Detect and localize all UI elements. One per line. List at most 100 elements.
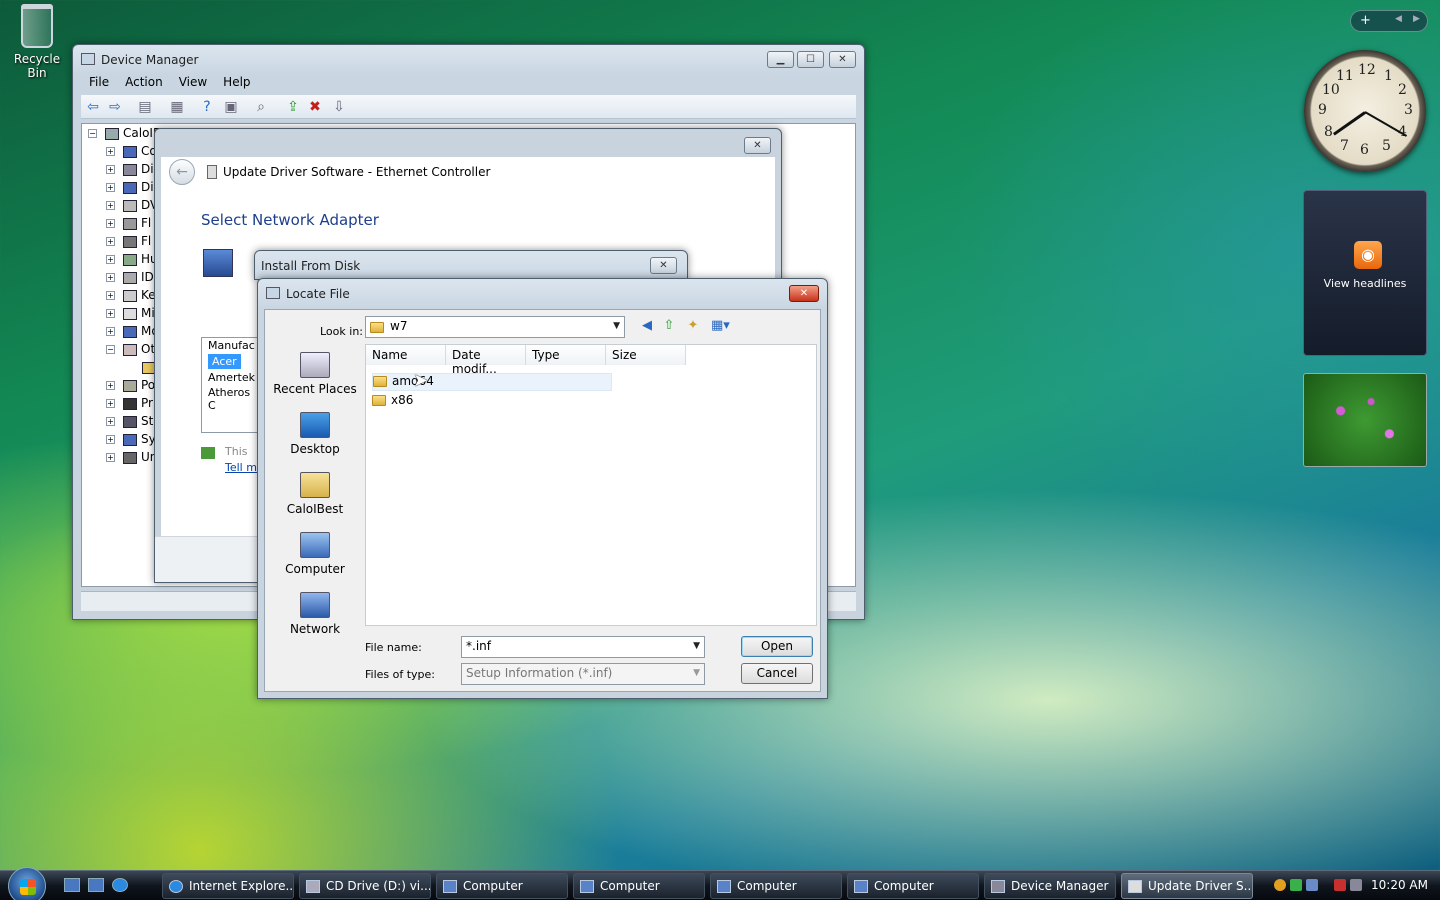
clock-number: 3 bbox=[1404, 102, 1413, 118]
tree-item[interactable]: + Mi bbox=[106, 306, 155, 324]
taskbar-button-device-manager[interactable]: Device Manager bbox=[984, 873, 1116, 899]
list-item[interactable]: Amertek bbox=[202, 370, 260, 385]
tell-me-link[interactable]: Tell m bbox=[225, 461, 257, 474]
file-name-input[interactable]: *.inf ▼ bbox=[461, 636, 705, 658]
place-desktop[interactable]: Desktop bbox=[271, 412, 359, 456]
next-icon[interactable]: ▶ bbox=[1413, 14, 1420, 24]
files-of-type-label: Files of type: bbox=[365, 668, 436, 681]
locate-close-button[interactable]: ✕ bbox=[789, 285, 819, 302]
wizard-close-button[interactable]: ✕ bbox=[744, 137, 771, 154]
show-desktop-icon[interactable] bbox=[64, 878, 80, 892]
internet-explorer-icon[interactable] bbox=[112, 878, 128, 892]
taskbar-button-computer-4[interactable]: Computer bbox=[847, 873, 979, 899]
manufacturer-header: Manufac bbox=[208, 339, 255, 352]
view-icon[interactable]: ▣ bbox=[223, 99, 239, 115]
minimize-button[interactable]: ▁ bbox=[767, 51, 794, 68]
tree-item[interactable]: + Fl bbox=[106, 216, 151, 234]
forward-arrow-icon[interactable]: ⇨ bbox=[107, 99, 123, 115]
column-type[interactable]: Type bbox=[526, 345, 606, 365]
add-gadget-icon[interactable]: + bbox=[1360, 13, 1371, 28]
back-button[interactable]: ← bbox=[169, 159, 195, 185]
tree-item[interactable]: + Ke bbox=[106, 288, 156, 306]
column-date[interactable]: Date modif... bbox=[446, 345, 526, 376]
volume-muted-icon[interactable] bbox=[1350, 879, 1362, 891]
disable-icon[interactable]: ⇩ bbox=[331, 99, 347, 115]
check-icon[interactable] bbox=[1290, 879, 1302, 891]
taskbar: Internet Explore... CD Drive (D:) vi... … bbox=[0, 867, 1440, 900]
window-title: Device Manager bbox=[101, 53, 199, 67]
tree-item[interactable]: + St bbox=[106, 414, 153, 432]
network-status-icon[interactable] bbox=[1334, 879, 1346, 891]
look-in-select[interactable]: w7 ▼ bbox=[365, 316, 625, 338]
tree-item[interactable]: + Fl bbox=[106, 234, 151, 252]
list-item[interactable]: Acer bbox=[208, 354, 241, 369]
tree-item[interactable]: + Po bbox=[106, 378, 155, 396]
column-size[interactable]: Size bbox=[606, 345, 686, 365]
menu-action[interactable]: Action bbox=[117, 73, 171, 91]
tree-item[interactable]: + DV bbox=[106, 198, 158, 216]
place-computer[interactable]: Computer bbox=[271, 532, 359, 576]
tree-item[interactable]: + Un bbox=[106, 450, 157, 468]
tree-item[interactable]: + Di bbox=[106, 162, 154, 180]
info-text: This bbox=[225, 445, 248, 458]
up-icon[interactable]: ▤ bbox=[137, 99, 153, 115]
prev-icon[interactable]: ◀ bbox=[1395, 14, 1402, 24]
column-name[interactable]: Name bbox=[366, 345, 446, 365]
open-button[interactable]: Open bbox=[741, 636, 813, 657]
tree-item[interactable]: + Pr bbox=[106, 396, 153, 414]
taskbar-button-computer-2[interactable]: Computer bbox=[573, 873, 705, 899]
slideshow-gadget[interactable] bbox=[1303, 373, 1427, 467]
tree-item[interactable]: + Mo bbox=[106, 324, 159, 342]
menu-view[interactable]: View bbox=[171, 73, 215, 91]
recycle-bin-shortcut[interactable]: Recycle Bin bbox=[6, 4, 68, 80]
device-manager-titlebar[interactable]: Device Manager ▁ ☐ ✕ bbox=[73, 45, 864, 75]
taskbar-clock[interactable]: 10:20 AM bbox=[1371, 878, 1428, 892]
back-arrow-icon[interactable]: ⇦ bbox=[85, 99, 101, 115]
up-folder-icon[interactable]: ⇧ bbox=[661, 318, 677, 334]
views-menu-icon[interactable]: ▦▾ bbox=[711, 318, 730, 334]
tree-item[interactable]: + Sy bbox=[106, 432, 156, 450]
clock-gadget[interactable]: 12 1 2 3 4 5 6 7 8 9 10 11 bbox=[1304, 50, 1426, 172]
taskbar-button-computer-3[interactable]: Computer bbox=[710, 873, 842, 899]
tree-root[interactable]: − CaloIE bbox=[88, 126, 161, 144]
scan-icon[interactable]: ⌕ bbox=[253, 99, 269, 115]
menu-help[interactable]: Help bbox=[215, 73, 258, 91]
taskbar-button-update-driver[interactable]: Update Driver S... bbox=[1121, 873, 1253, 899]
menu-file[interactable]: File bbox=[81, 73, 117, 91]
new-folder-icon[interactable]: ✦ bbox=[685, 318, 701, 334]
list-item[interactable]: amd64 bbox=[372, 373, 612, 391]
back-icon[interactable]: ◀ bbox=[639, 318, 655, 334]
tree-item[interactable]: + Hu bbox=[106, 252, 158, 270]
cancel-button[interactable]: Cancel bbox=[741, 663, 813, 684]
feed-headlines-gadget[interactable]: ◉ View headlines bbox=[1303, 190, 1427, 356]
taskbar-button-computer-1[interactable]: Computer bbox=[436, 873, 568, 899]
maximize-button[interactable]: ☐ bbox=[797, 51, 824, 68]
start-button[interactable] bbox=[8, 867, 46, 900]
list-item[interactable]: Atheros C bbox=[202, 385, 260, 413]
tree-item[interactable]: + ID bbox=[106, 270, 154, 288]
list-item[interactable]: x86 bbox=[372, 393, 413, 411]
switch-windows-icon[interactable] bbox=[88, 878, 104, 892]
close-button[interactable]: ✕ bbox=[829, 51, 856, 68]
tree-item[interactable]: − Ot bbox=[106, 342, 155, 360]
files-of-type-select[interactable]: Setup Information (*.inf) ▼ bbox=[461, 663, 705, 685]
place-recent[interactable]: Recent Places bbox=[271, 352, 359, 396]
place-user[interactable]: CaloIBest bbox=[271, 472, 359, 516]
manufacturer-list[interactable]: Manufac Acer Amertek Atheros C bbox=[201, 337, 261, 433]
windows-update-icon[interactable] bbox=[1306, 879, 1318, 891]
uninstall-icon[interactable]: ✖ bbox=[307, 99, 323, 115]
network-adapter-icon bbox=[203, 249, 233, 277]
install-close-button[interactable]: ✕ bbox=[650, 257, 677, 274]
help-icon[interactable]: ? bbox=[199, 99, 215, 115]
taskbar-button-ie[interactable]: Internet Explore... bbox=[162, 873, 294, 899]
locate-file-titlebar[interactable]: Locate File ✕ bbox=[258, 279, 827, 309]
place-label: Desktop bbox=[290, 442, 340, 456]
place-network[interactable]: Network bbox=[271, 592, 359, 636]
properties-icon[interactable]: ▦ bbox=[169, 99, 185, 115]
update-driver-icon[interactable]: ⇪ bbox=[285, 99, 301, 115]
security-shield-icon[interactable] bbox=[1274, 879, 1286, 891]
taskbar-button-cd-drive[interactable]: CD Drive (D:) vi... bbox=[299, 873, 431, 899]
tree-item[interactable]: + Co bbox=[106, 144, 157, 162]
tree-item[interactable]: + Di bbox=[106, 180, 154, 198]
place-label: Recent Places bbox=[273, 382, 357, 396]
